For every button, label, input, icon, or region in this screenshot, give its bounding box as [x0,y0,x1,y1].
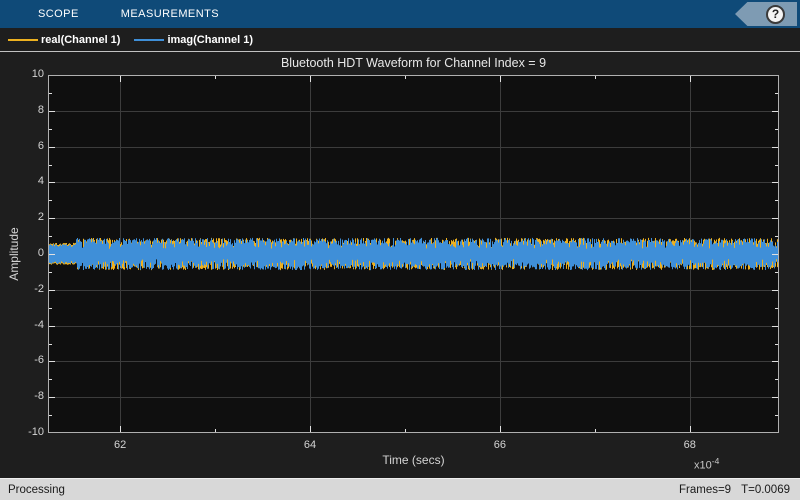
plot-axes[interactable] [48,75,779,433]
x-axis-label: Time (secs) [382,453,445,467]
tab-measurements[interactable]: MEASUREMENTS [109,0,231,28]
waveform-canvas[interactable] [48,75,779,433]
legend-line-imag-icon [134,38,165,41]
y-tick-label: 0 [37,247,44,259]
tab-scope[interactable]: SCOPE [26,0,91,28]
status-text: Processing [8,483,65,496]
y-tick-label: -10 [28,426,44,438]
y-tick-label: 2 [37,211,44,224]
legend-label-imag: imag(Channel 1) [167,33,254,46]
legend-item-imag[interactable]: imag(Channel 1) [134,34,253,46]
legend-item-real[interactable]: real(Channel 1) [8,34,120,46]
status-bar: Processing Frames=9 T=0.0069 [0,478,800,500]
help-icon[interactable]: ? [766,4,785,24]
legend-line-real-icon [8,38,38,41]
frames-counter: Frames=9 [678,483,732,496]
time-counter: T=0.0069 [741,483,790,496]
plot-title: Bluetooth HDT Waveform for Channel Index… [280,56,547,70]
figure-area: Bluetooth HDT Waveform for Channel Index… [0,52,800,478]
y-tick-label: -8 [34,390,44,403]
toolstrip: SCOPE MEASUREMENTS ? [0,0,800,28]
legend: real(Channel 1) imag(Channel 1) [0,28,800,52]
help-button[interactable]: ? [735,2,797,26]
x-tick-label: 66 [493,439,507,451]
y-tick-label: -4 [34,318,44,331]
y-tick-label: 10 [31,68,44,80]
x-tick-label: 62 [114,439,127,451]
legend-label-real: real(Channel 1) [41,33,121,46]
y-tick-label: -2 [34,282,44,295]
y-tick-label: 4 [37,175,44,188]
y-tick-label: 6 [37,139,44,152]
y-tick-label: 8 [37,103,44,116]
x-axis-exponent: x10-4 [694,456,720,472]
y-tick-label: -6 [34,354,44,367]
scope-window: SCOPE MEASUREMENTS ? real(Channel 1) ima… [0,0,800,500]
x-tick-label: 68 [683,439,696,451]
x-tick-label: 64 [303,439,317,451]
